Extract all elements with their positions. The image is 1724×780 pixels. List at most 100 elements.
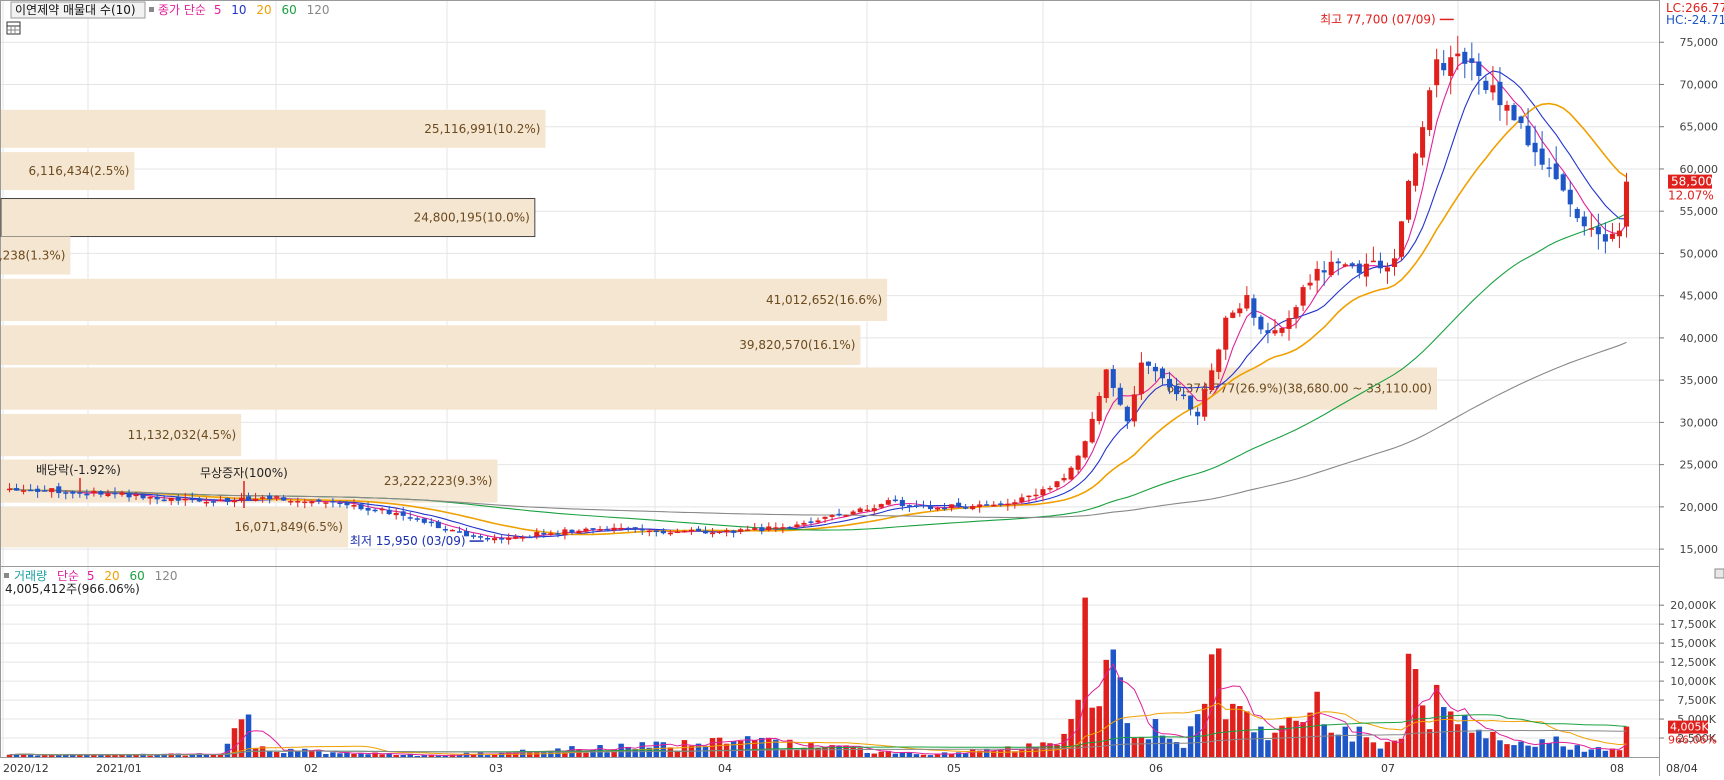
candle-body [175,497,181,501]
price-axis-label: 50,000 [1680,247,1719,260]
volume-bar [576,749,582,757]
candle-body [1005,503,1011,506]
volume-axis-label: 20,000K [1670,599,1716,612]
volume-bar [323,753,329,757]
candle-body [963,506,969,509]
calculator-icon[interactable] [6,21,21,35]
candle-body [892,499,898,502]
volume-bar [34,755,41,757]
volume-bar [794,750,800,757]
candle-body [527,536,533,539]
volume-bar [1426,729,1433,757]
x-axis-label: 06 [1149,762,1163,775]
volume-bar [1159,735,1166,757]
volume-bar [730,741,737,757]
candle-body [217,499,223,501]
volume-bar [358,753,364,757]
volume-bar [1553,736,1559,757]
candle-body [1546,167,1552,169]
candle-body [1356,263,1362,273]
volume-profile-label: 25,116,991(10.2%) [424,122,540,136]
chart-window: 25,116,991(10.2%) 6,116,434(2.5%) 24,800,1… [0,0,1724,776]
volume-bar [1230,703,1236,757]
candle-body [1398,221,1405,257]
price-axis-label: 25,000 [1680,459,1719,472]
volume-bar [1391,740,1398,757]
volume-bar [273,751,280,757]
volume-bar [667,747,674,757]
candle-body [1103,369,1109,399]
bonus-annotation: 무상증자(100%) [200,466,288,480]
candle-body [780,527,786,529]
volume-bar [365,754,371,757]
candle-body [681,530,687,533]
candle-body [182,498,188,501]
volume-bar [1026,743,1032,757]
candle-body [1602,234,1608,242]
volume-bar [27,754,34,757]
volume-bar [147,755,153,757]
candle-body [934,508,941,510]
candle-body [1152,366,1158,372]
candle-body [281,497,287,501]
candle-body [1265,330,1271,334]
volume-bar [927,755,934,757]
price-axis-label: 30,000 [1680,416,1719,429]
volume-bar [1532,746,1538,757]
candle-body [407,517,413,519]
volume-profile-label: 11,132,032(4.5%) [128,428,237,442]
volume-profile-label: 41,012,652(16.6%) [766,293,882,307]
candle-body [949,504,955,509]
volume-bar [337,753,343,757]
ma-legend-10: 10 [231,3,246,17]
volume-bar [1152,719,1159,757]
stock-chart[interactable]: 25,116,991(10.2%) 6,116,434(2.5%) 24,800,1… [0,0,1724,776]
candle-body [499,538,505,540]
volume-bar [1356,726,1363,757]
candle-body [555,533,561,535]
volume-bar [1342,726,1349,757]
volume-bar [913,754,920,757]
candle-body [1406,180,1412,220]
volume-bar [210,754,217,757]
candle-body [42,490,48,492]
candle-body [927,505,934,510]
volume-bar [1497,740,1503,757]
candle-body [667,532,673,535]
volume-bar [1546,743,1552,757]
volume-bar [1089,707,1095,757]
candle-body [1567,189,1573,205]
candle-body [513,536,519,539]
candle-body [49,488,55,493]
price-axis-label: 35,000 [1680,374,1719,387]
volume-bar [1455,724,1461,757]
candle-body [365,508,371,511]
volume-bar [709,738,716,757]
candle-body [1314,268,1320,281]
candle-body [1237,308,1243,314]
candle-body [639,528,645,531]
volume-ma-prefix: 단순 [57,569,79,583]
candle-body [1188,395,1194,410]
volume-bar [1110,649,1117,757]
candle-body [288,500,294,503]
candle-body [731,530,737,533]
candle-body [1525,125,1531,146]
panel-resize-handle[interactable] [1714,568,1724,579]
volume-bar [604,752,610,757]
volume-bar [716,737,723,757]
candle-body [702,530,709,534]
volume-axis-label: 10,000K [1670,675,1716,688]
volume-bar [1258,726,1264,757]
candle-body [35,488,41,492]
candle-body [1089,418,1095,443]
candle-body [1159,368,1166,379]
candle-body [119,492,125,495]
candle-body [91,490,97,494]
candle-body [1539,148,1545,165]
volume-bar [878,751,885,757]
volume-bar [1244,711,1250,757]
ma-legend-5: 5 [214,3,222,17]
candle-body [1293,307,1299,319]
candle-body [766,526,772,531]
